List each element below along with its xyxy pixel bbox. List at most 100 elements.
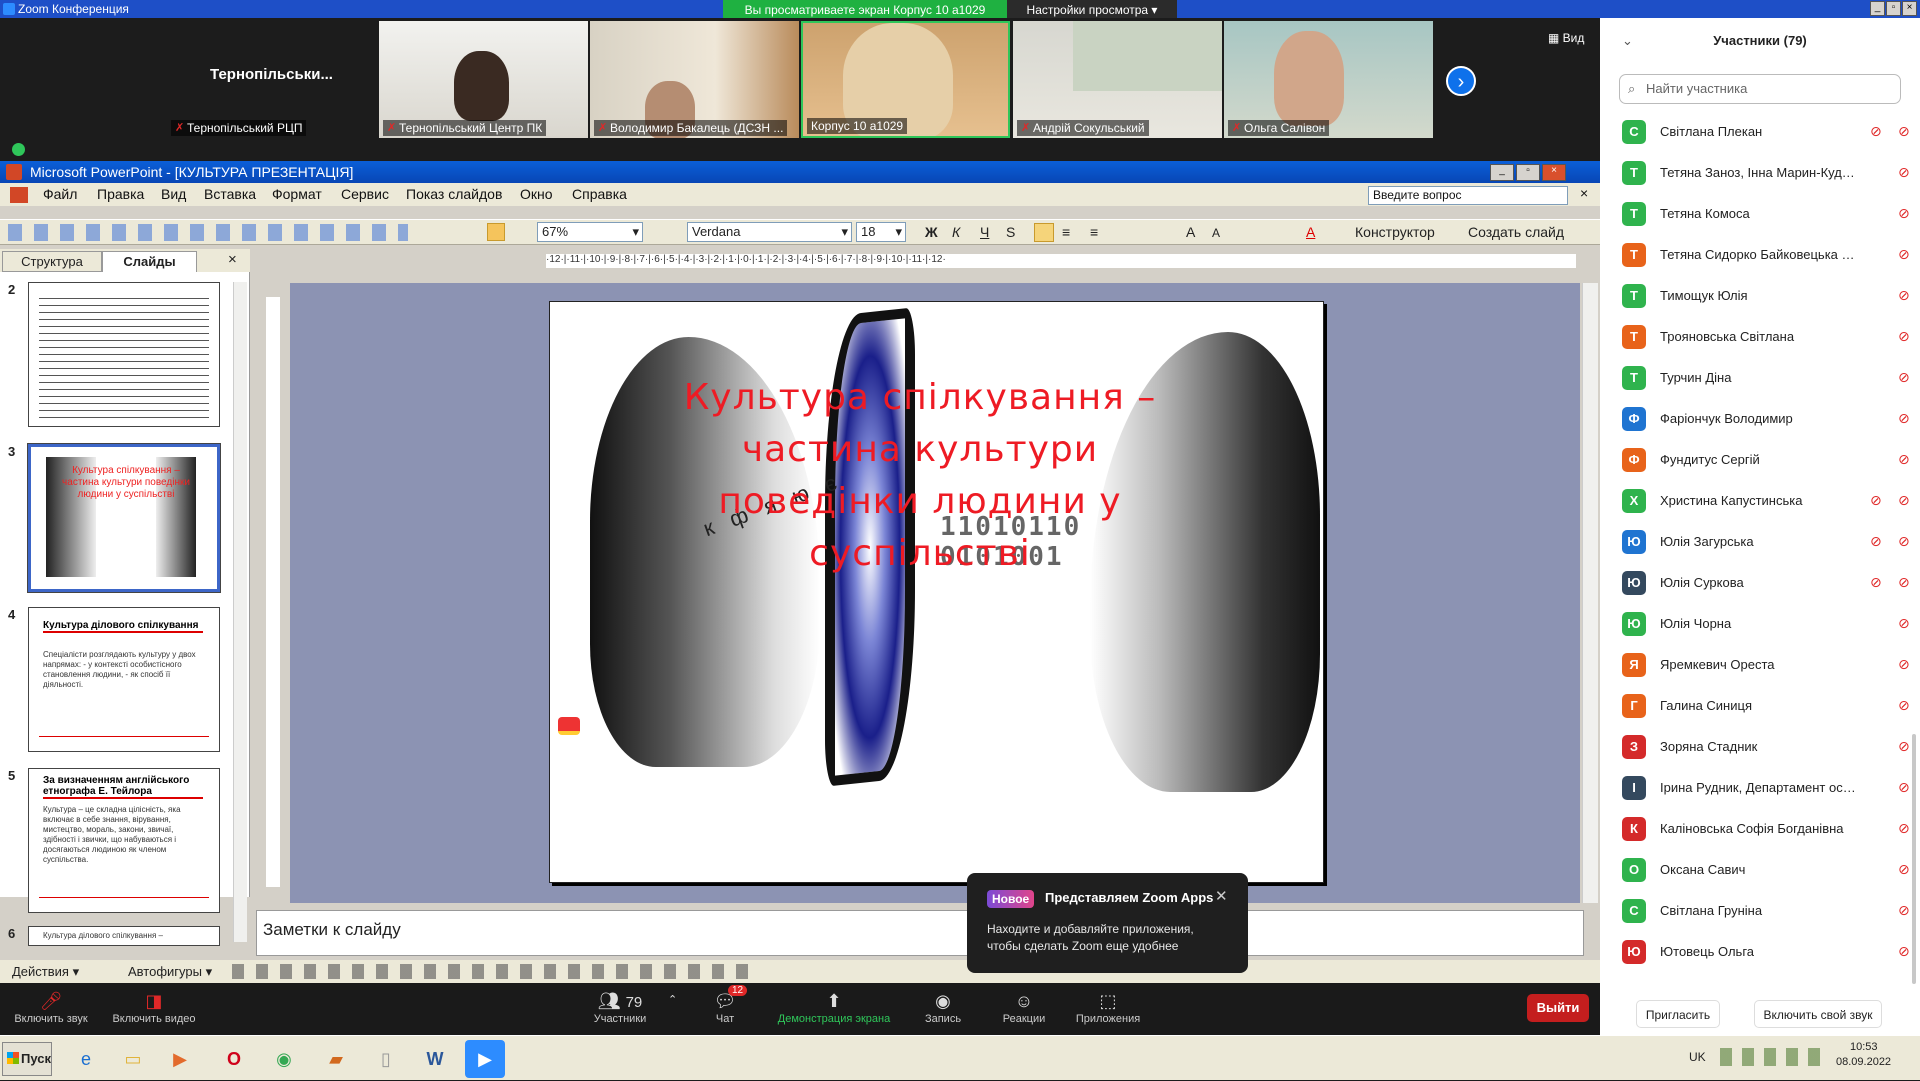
mic-muted-icon[interactable]: ⊘ [1898,861,1910,878]
participant-row[interactable]: Т Тетяна Сидорко Байковецька сіль... ⊘ [1600,235,1920,276]
menu-help[interactable]: Справка [572,186,627,202]
ie-icon[interactable]: e [66,1040,106,1078]
shadow-button[interactable]: S [1006,224,1015,240]
mic-muted-icon[interactable]: ⊘ [1898,205,1910,222]
participant-list-scrollbar[interactable] [1912,734,1916,984]
document-icon[interactable]: ▯ [366,1040,406,1078]
video-tile-active-speaker[interactable]: Корпус 10 а1029 [801,21,1010,138]
participant-search-input[interactable]: ⌕ Найти участника [1619,74,1901,104]
mic-muted-icon[interactable]: ⊘ [1898,328,1910,345]
slide-notes[interactable]: Заметки к слайду [256,910,1584,956]
italic-button[interactable]: К [952,224,960,240]
menu-view[interactable]: Вид [161,186,186,202]
mic-muted-icon[interactable]: ⊘ [1898,246,1910,263]
apps-button[interactable]: ⬚ Приложения [1063,983,1153,1035]
video-off-icon[interactable]: ⊘ [1870,123,1882,140]
participant-row[interactable]: С Світлана Плекан ⊘ ⊘ [1600,112,1920,153]
draw-actions-button[interactable]: Действия ▾ [12,964,79,980]
unmute-self-button[interactable]: Включить свой звук [1754,1000,1882,1028]
chat-button[interactable]: 💬︎ Чат 12 [680,983,770,1035]
font-size-select[interactable]: 18 ▾ [856,222,906,242]
record-button[interactable]: ◉ Запись [898,983,988,1035]
mic-muted-icon[interactable]: ⊘ [1898,410,1910,427]
mic-muted-icon[interactable]: ⊘ [1898,533,1910,550]
menu-edit[interactable]: Правка [97,186,144,202]
slide-thumbnail-selected[interactable]: Культура спілкування – частина культури … [27,443,221,593]
collapse-chevron-icon[interactable]: ⌄ [1622,18,1633,64]
leave-button[interactable]: Выйти [1527,994,1589,1022]
mic-muted-icon[interactable]: ⊘ [1898,656,1910,673]
participant-row[interactable]: Т Тетяна Заноз, Інна Марин-Кудря... ⊘ [1600,153,1920,194]
video-tile[interactable]: Тернопільськи... ✗ Тернопільський РЦП [167,21,376,138]
maximize-button[interactable]: ▫ [1886,1,1901,16]
slide-thumbnail[interactable] [28,282,220,427]
minimize-button[interactable]: _ [1870,1,1885,16]
participant-row[interactable]: З Зоряна Стадник ⊘ [1600,727,1920,768]
zoom-taskbar-icon[interactable]: ▶ [465,1040,505,1078]
close-icon[interactable]: ✕ [1215,887,1228,905]
bold-button[interactable]: Ж [925,224,938,240]
mic-muted-icon[interactable]: ⊘ [1898,902,1910,919]
app-icon[interactable]: ▰ [316,1040,356,1078]
zoom-select[interactable]: 67% ▾ [537,222,643,242]
designer-button[interactable]: Конструктор [1355,224,1435,240]
start-button[interactable]: Пуск [2,1042,52,1076]
video-tile[interactable]: ✗ Ольга Салівон [1224,21,1433,138]
unmute-button[interactable]: 🎤︎ Включить звук [6,983,96,1035]
tab-outline[interactable]: Структура [2,251,102,272]
participant-row[interactable]: Ф Фаріончук Володимир ⊘ [1600,399,1920,440]
tab-slides[interactable]: Слайды [102,251,197,272]
participant-row[interactable]: І Ірина Рудник, Департамент освіти і на..… [1600,768,1920,809]
chevron-up-icon[interactable]: ⌃ [668,993,677,1006]
video-off-icon[interactable]: ⊘ [1870,574,1882,591]
mic-muted-icon[interactable]: ⊘ [1898,697,1910,714]
mic-muted-icon[interactable]: ⊘ [1898,738,1910,755]
share-screen-button[interactable]: ⬆ Демонстрация экрана [769,983,899,1035]
video-off-icon[interactable]: ⊘ [1870,492,1882,509]
font-color-button[interactable]: A [1306,224,1315,240]
word-icon[interactable]: W [415,1040,455,1078]
participant-row[interactable]: Я Яремкевич Ореста ⊘ [1600,645,1920,686]
close-doc-icon[interactable]: × [1580,185,1588,201]
drawing-tool-icons[interactable] [232,964,752,979]
ppt-restore-button[interactable]: ▫ [1516,164,1540,181]
mic-muted-icon[interactable]: ⊘ [1898,943,1910,960]
mic-muted-icon[interactable]: ⊘ [1898,164,1910,181]
align-left-button[interactable] [1034,223,1054,242]
participant-row[interactable]: Х Христина Капустинська ⊘ ⊘ [1600,481,1920,522]
chrome-icon[interactable]: ◉ [264,1040,304,1078]
participant-row[interactable]: Ю Юлія Суркова ⊘ ⊘ [1600,563,1920,604]
ppt-close-button[interactable]: × [1542,164,1566,181]
mic-muted-icon[interactable]: ⊘ [1898,287,1910,304]
video-tile[interactable]: ✗ Володимир Бакалець (ДСЗН ... [590,21,799,138]
folder-icon[interactable]: ▭ [113,1040,153,1078]
mic-muted-icon[interactable]: ⊘ [1898,492,1910,509]
standard-toolbar-icons[interactable] [8,224,408,241]
align-center-button[interactable]: ≡ [1062,224,1070,240]
ask-question-input[interactable]: Введите вопрос [1368,186,1568,205]
start-video-button[interactable]: ◨ Включить видео [109,983,199,1035]
decrease-font-button[interactable]: A [1212,226,1220,240]
participant-row[interactable]: Ю Юлія Чорна ⊘ [1600,604,1920,645]
increase-font-button[interactable]: A [1186,224,1195,240]
new-slide-button[interactable]: Создать слайд [1468,224,1564,240]
participant-row[interactable]: Т Тетяна Комоса ⊘ [1600,194,1920,235]
mic-muted-icon[interactable]: ⊘ [1898,820,1910,837]
slide-scrollbar[interactable] [1582,283,1598,903]
participant-row[interactable]: Т Турчин Діна ⊘ [1600,358,1920,399]
slide-thumbnail[interactable]: Культура ділового спілкування – [28,926,220,946]
participant-row[interactable]: Г Галина Синиця ⊘ [1600,686,1920,727]
participant-row[interactable]: К Каліновська Софія Богданівна ⊘ [1600,809,1920,850]
mic-muted-icon[interactable]: ⊘ [1898,574,1910,591]
color-icon[interactable] [487,223,505,241]
mic-muted-icon[interactable]: ⊘ [1898,369,1910,386]
menu-slideshow[interactable]: Показ слайдов [406,186,502,202]
menu-format[interactable]: Формат [272,186,322,202]
menu-window[interactable]: Окно [520,186,553,202]
menu-insert[interactable]: Вставка [204,186,256,202]
close-window-button[interactable]: × [1902,1,1917,16]
participant-row[interactable]: С Світлана Груніна ⊘ [1600,891,1920,932]
close-pane-icon[interactable]: × [228,251,237,268]
video-tile[interactable]: ✗ Тернопільський Центр ПК [379,21,588,138]
participants-button[interactable]: 👥︎ 79 Участники [575,983,665,1035]
